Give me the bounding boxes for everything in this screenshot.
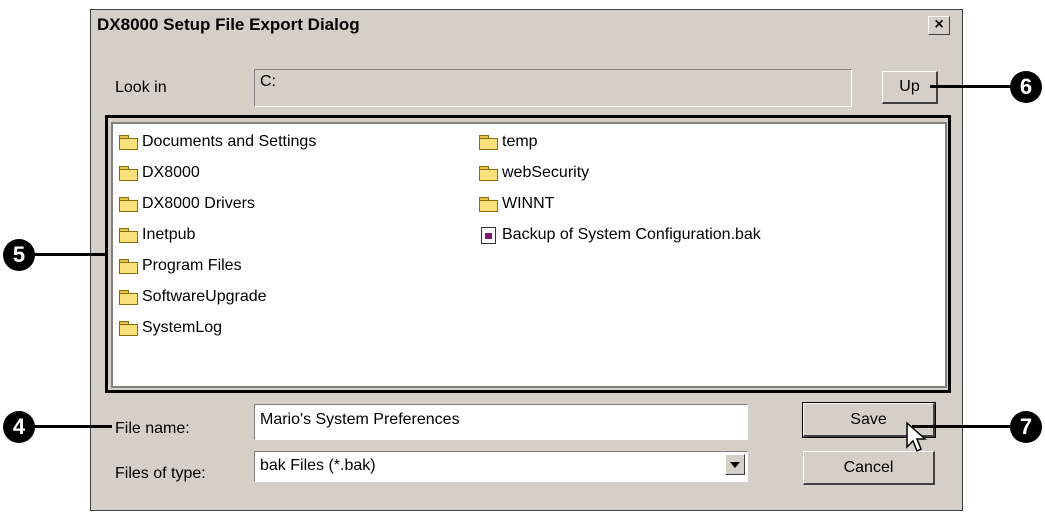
list-item[interactable]: SystemLog xyxy=(119,318,222,338)
folder-icon xyxy=(479,196,498,212)
list-item[interactable]: Backup of System Configuration.bak xyxy=(481,225,761,245)
list-item[interactable]: WINNT xyxy=(479,194,554,214)
file-icon xyxy=(481,226,496,244)
callout-4-leader xyxy=(32,425,112,428)
list-item[interactable]: SoftwareUpgrade xyxy=(119,287,267,307)
list-item[interactable]: DX8000 Drivers xyxy=(119,194,255,214)
file-list[interactable]: Documents and Settings DX8000 DX8000 Dri… xyxy=(111,122,947,388)
file-name-input[interactable]: Mario's System Preferences xyxy=(254,404,748,440)
close-button[interactable]: × xyxy=(928,16,950,35)
file-type-select[interactable]: bak Files (*.bak) xyxy=(254,451,748,482)
folder-icon xyxy=(119,289,138,305)
file-name-label: File name: xyxy=(115,420,190,437)
list-item[interactable]: Program Files xyxy=(119,256,242,276)
callout-4: 4 xyxy=(3,411,35,443)
look-in-value: C: xyxy=(260,73,276,90)
export-dialog: DX8000 Setup File Export Dialog × Look i… xyxy=(90,9,963,511)
file-type-value: bak Files (*.bak) xyxy=(260,457,376,474)
mouse-cursor-icon xyxy=(906,421,927,453)
folder-icon xyxy=(119,196,138,212)
folder-icon xyxy=(119,258,138,274)
list-item-label: Backup of System Configuration.bak xyxy=(502,226,761,243)
list-item[interactable]: webSecurity xyxy=(479,163,589,183)
callout-7: 7 xyxy=(1010,411,1042,443)
folder-icon xyxy=(119,134,138,150)
list-item-label: SystemLog xyxy=(142,319,223,336)
file-type-label: Files of type: xyxy=(115,465,206,482)
folder-icon xyxy=(479,165,498,181)
list-item[interactable]: Documents and Settings xyxy=(119,132,316,152)
list-item[interactable]: Inetpub xyxy=(119,225,195,245)
dialog-title: DX8000 Setup File Export Dialog xyxy=(97,15,360,34)
list-item-label: Inetpub xyxy=(142,226,196,243)
look-in-label: Look in xyxy=(115,79,167,96)
title-bar[interactable]: DX8000 Setup File Export Dialog × xyxy=(91,10,962,40)
callout-6-leader xyxy=(930,85,1010,88)
callout-5: 5 xyxy=(3,239,35,271)
look-in-field[interactable]: C: xyxy=(254,69,852,107)
list-item[interactable]: temp xyxy=(479,132,538,152)
folder-icon xyxy=(119,227,138,243)
list-item-label: Program Files xyxy=(142,257,242,274)
list-item-label: WINNT xyxy=(502,195,555,212)
chevron-down-icon[interactable] xyxy=(725,454,745,475)
list-item-label: DX8000 Drivers xyxy=(142,195,255,212)
file-name-value: Mario's System Preferences xyxy=(260,411,460,428)
list-item-label: temp xyxy=(502,133,538,150)
list-item-label: DX8000 xyxy=(142,164,200,181)
list-item-label: Documents and Settings xyxy=(142,133,317,150)
callout-6: 6 xyxy=(1010,71,1042,103)
list-item-label: webSecurity xyxy=(502,164,590,181)
folder-icon xyxy=(119,165,138,181)
folder-icon xyxy=(119,320,138,336)
list-item-label: SoftwareUpgrade xyxy=(142,288,267,305)
folder-icon xyxy=(479,134,498,150)
callout-5-leader xyxy=(32,253,106,256)
list-item[interactable]: DX8000 xyxy=(119,163,200,183)
